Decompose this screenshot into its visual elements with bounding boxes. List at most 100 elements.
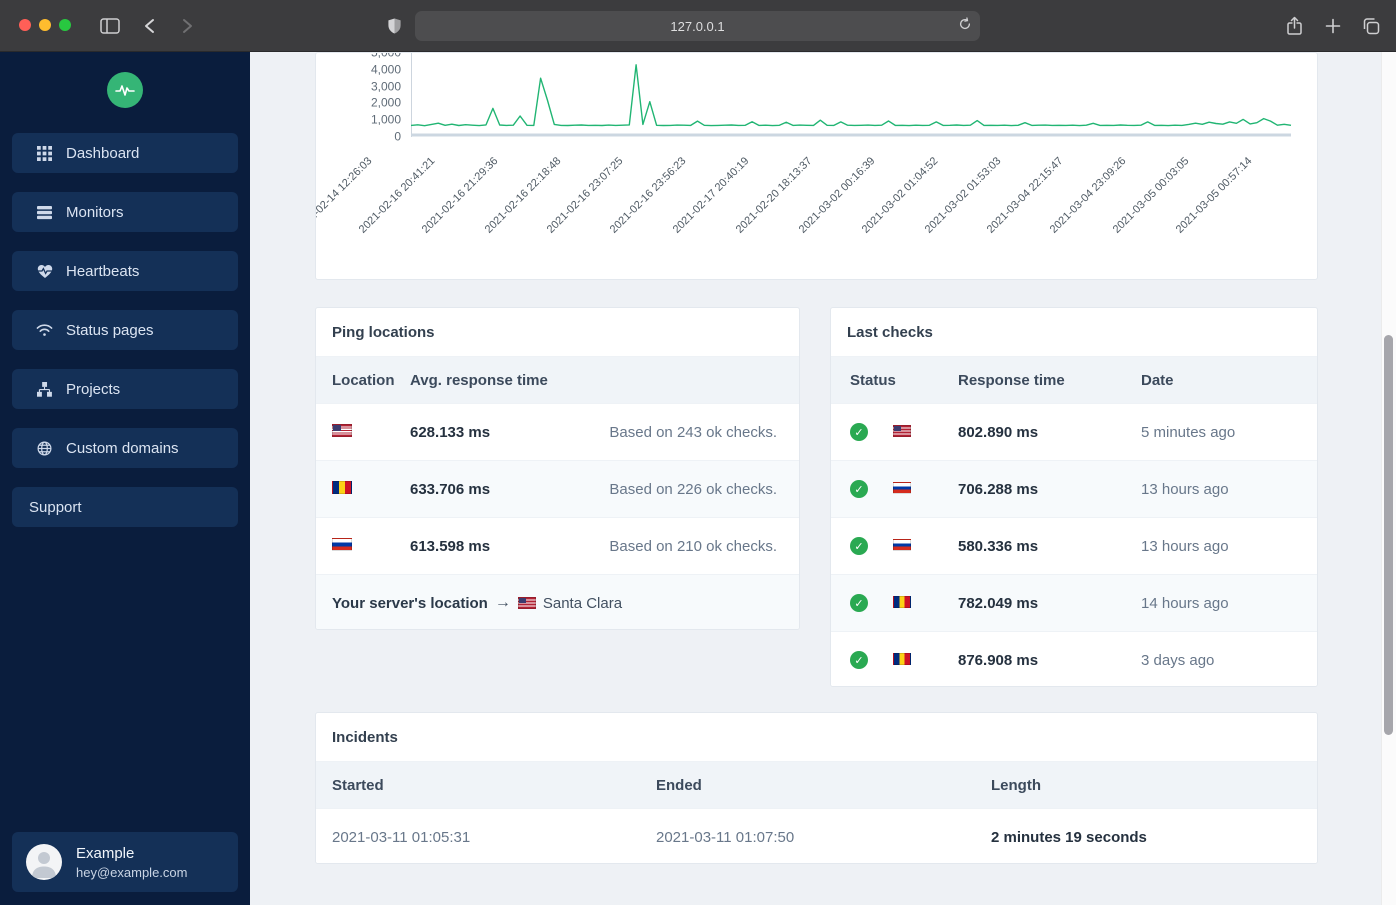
x-tick-label: 2021-02-16 21:29:36 <box>419 155 501 236</box>
chart-y-axis: 0 1,000 2,000 3,000 4,000 5,000 <box>323 53 401 143</box>
x-tick-label: 2021-02-16 20:41:21 <box>356 155 438 236</box>
flag-ro-icon <box>893 595 911 608</box>
x-tick-label: 2021-03-05 00:57:14 <box>1173 155 1255 236</box>
server-location-label: Your server's location <box>332 594 488 612</box>
checks-note: Based on 226 ok checks. <box>609 480 777 498</box>
status-ok-icon <box>850 651 868 670</box>
check-row: 876.908 ms 3 days ago <box>831 631 1317 686</box>
ping-locations-header: Location Avg. response time <box>316 357 799 403</box>
x-tick-label: 2021-03-04 23:09:26 <box>1048 155 1129 236</box>
status-ok-icon <box>850 423 868 442</box>
x-tick-label: 2021-03-04 22:15:47 <box>985 155 1066 236</box>
avg-response-time: 613.598 ms <box>410 537 491 555</box>
x-tick-label: 2021-03-02 01:04:52 <box>859 155 941 236</box>
col-length: Length <box>991 776 1041 794</box>
flag-ru-icon <box>893 538 911 551</box>
sidebar-item-label: Support <box>29 498 82 516</box>
sidebar-item-label: Monitors <box>66 203 124 221</box>
sidebar-item-projects[interactable]: Projects <box>12 369 238 409</box>
last-checks-header: Status Response time Date <box>831 357 1317 403</box>
x-tick-label: 2021-03-02 01:53:03 <box>922 155 1004 236</box>
wifi-icon <box>36 322 53 339</box>
check-response-time: 876.908 ms <box>958 651 1039 669</box>
incidents-header: Started Ended Length <box>316 762 1317 808</box>
check-row: 802.890 ms 5 minutes ago <box>831 403 1317 460</box>
response-time-chart-card: 0 1,000 2,000 3,000 4,000 5,000 2021-02-14 12… <box>315 52 1318 280</box>
back-icon[interactable] <box>136 14 162 38</box>
incidents-title: Incidents <box>316 713 1317 762</box>
col-avg-response-time: Avg. response time <box>410 371 548 389</box>
sidebar-item-status-pages[interactable]: Status pages <box>12 310 238 350</box>
sidebar-item-label: Dashboard <box>66 144 140 162</box>
incident-length: 2 minutes 19 seconds <box>991 828 1147 846</box>
server-location-row: Your server's location → Santa Clara <box>316 574 799 629</box>
window-controls <box>19 19 71 31</box>
sidebar-item-label: Custom domains <box>66 439 179 457</box>
ping-locations-card: Ping locations Location Avg. response ti… <box>315 307 800 630</box>
address-bar[interactable]: 127.0.0.1 <box>415 11 980 41</box>
flag-ro-icon <box>893 652 911 665</box>
sidebar-item-monitors[interactable]: Monitors <box>12 192 238 232</box>
reload-icon[interactable] <box>958 16 972 37</box>
status-ok-icon <box>850 594 868 613</box>
y-tick-label: 0 <box>394 129 401 144</box>
chart-line-canvas <box>410 53 1292 137</box>
col-started: Started <box>332 776 384 794</box>
sidebar-toggle-icon[interactable] <box>97 14 123 38</box>
check-response-time: 782.049 ms <box>958 594 1039 612</box>
flag-us-icon <box>332 423 352 437</box>
list-icon <box>36 204 53 221</box>
browser-chrome: 127.0.0.1 <box>0 0 1396 52</box>
avg-response-time: 633.706 ms <box>410 480 491 498</box>
scrollbar-track[interactable] <box>1381 52 1396 905</box>
x-tick-label: 2021-02-17 20:40:19 <box>670 155 752 236</box>
x-tick-label: 2021-02-16 23:07:25 <box>545 155 626 236</box>
flag-us-icon <box>517 597 536 609</box>
arrow-right-icon: → <box>494 594 511 611</box>
sidebar-item-custom-domains[interactable]: Custom domains <box>12 428 238 468</box>
ping-row: 628.133 ms Based on 243 ok checks. <box>316 403 799 460</box>
flag-us-icon <box>893 424 911 437</box>
check-date: 14 hours ago <box>1141 594 1229 612</box>
scrollbar-thumb[interactable] <box>1384 335 1393 735</box>
y-tick-label: 3,000 <box>370 78 401 93</box>
app-logo-icon[interactable] <box>107 72 143 108</box>
incident-ended: 2021-03-11 01:07:50 <box>656 828 795 846</box>
x-tick-label: 2021-02-20 18:13:37 <box>733 155 815 236</box>
status-ok-icon <box>850 537 868 556</box>
close-window-button[interactable] <box>19 19 31 31</box>
y-tick-label: 2,000 <box>370 95 401 110</box>
col-location: Location <box>332 371 395 389</box>
sidebar-item-support[interactable]: Support <box>12 487 238 527</box>
check-row: 580.336 ms 13 hours ago <box>831 517 1317 574</box>
tab-overview-icon[interactable] <box>1358 14 1384 38</box>
sitemap-icon <box>36 381 53 398</box>
forward-icon[interactable] <box>174 14 200 38</box>
user-menu[interactable]: Example hey@example.com <box>12 832 238 892</box>
check-date: 13 hours ago <box>1141 480 1229 498</box>
sidebar-item-label: Status pages <box>66 321 154 339</box>
zoom-window-button[interactable] <box>59 19 71 31</box>
heart-pulse-icon <box>36 263 53 280</box>
col-ended: Ended <box>656 776 702 794</box>
check-date: 5 minutes ago <box>1141 423 1236 441</box>
sidebar-item-dashboard[interactable]: Dashboard <box>12 133 238 173</box>
shield-icon[interactable] <box>381 14 407 38</box>
share-icon[interactable] <box>1281 14 1307 38</box>
grid-icon <box>36 145 53 162</box>
status-ok-icon <box>850 480 868 499</box>
col-response-time: Response time <box>958 371 1065 389</box>
sidebar-item-heartbeats[interactable]: Heartbeats <box>12 251 238 291</box>
check-row: 706.288 ms 13 hours ago <box>831 460 1317 517</box>
flag-ru-icon <box>893 481 911 494</box>
incident-started: 2021-03-11 01:05:31 <box>332 828 471 846</box>
check-row: 782.049 ms 14 hours ago <box>831 574 1317 631</box>
col-date: Date <box>1141 371 1174 389</box>
checks-note: Based on 210 ok checks. <box>609 537 777 555</box>
minimize-window-button[interactable] <box>39 19 51 31</box>
last-checks-title: Last checks <box>831 308 1317 357</box>
new-tab-icon[interactable] <box>1320 14 1346 38</box>
main-content: 0 1,000 2,000 3,000 4,000 5,000 2021-02-14 12… <box>250 52 1396 905</box>
x-tick-label: 2021-02-16 23:56:23 <box>608 155 689 236</box>
flag-ru-icon <box>332 537 352 551</box>
